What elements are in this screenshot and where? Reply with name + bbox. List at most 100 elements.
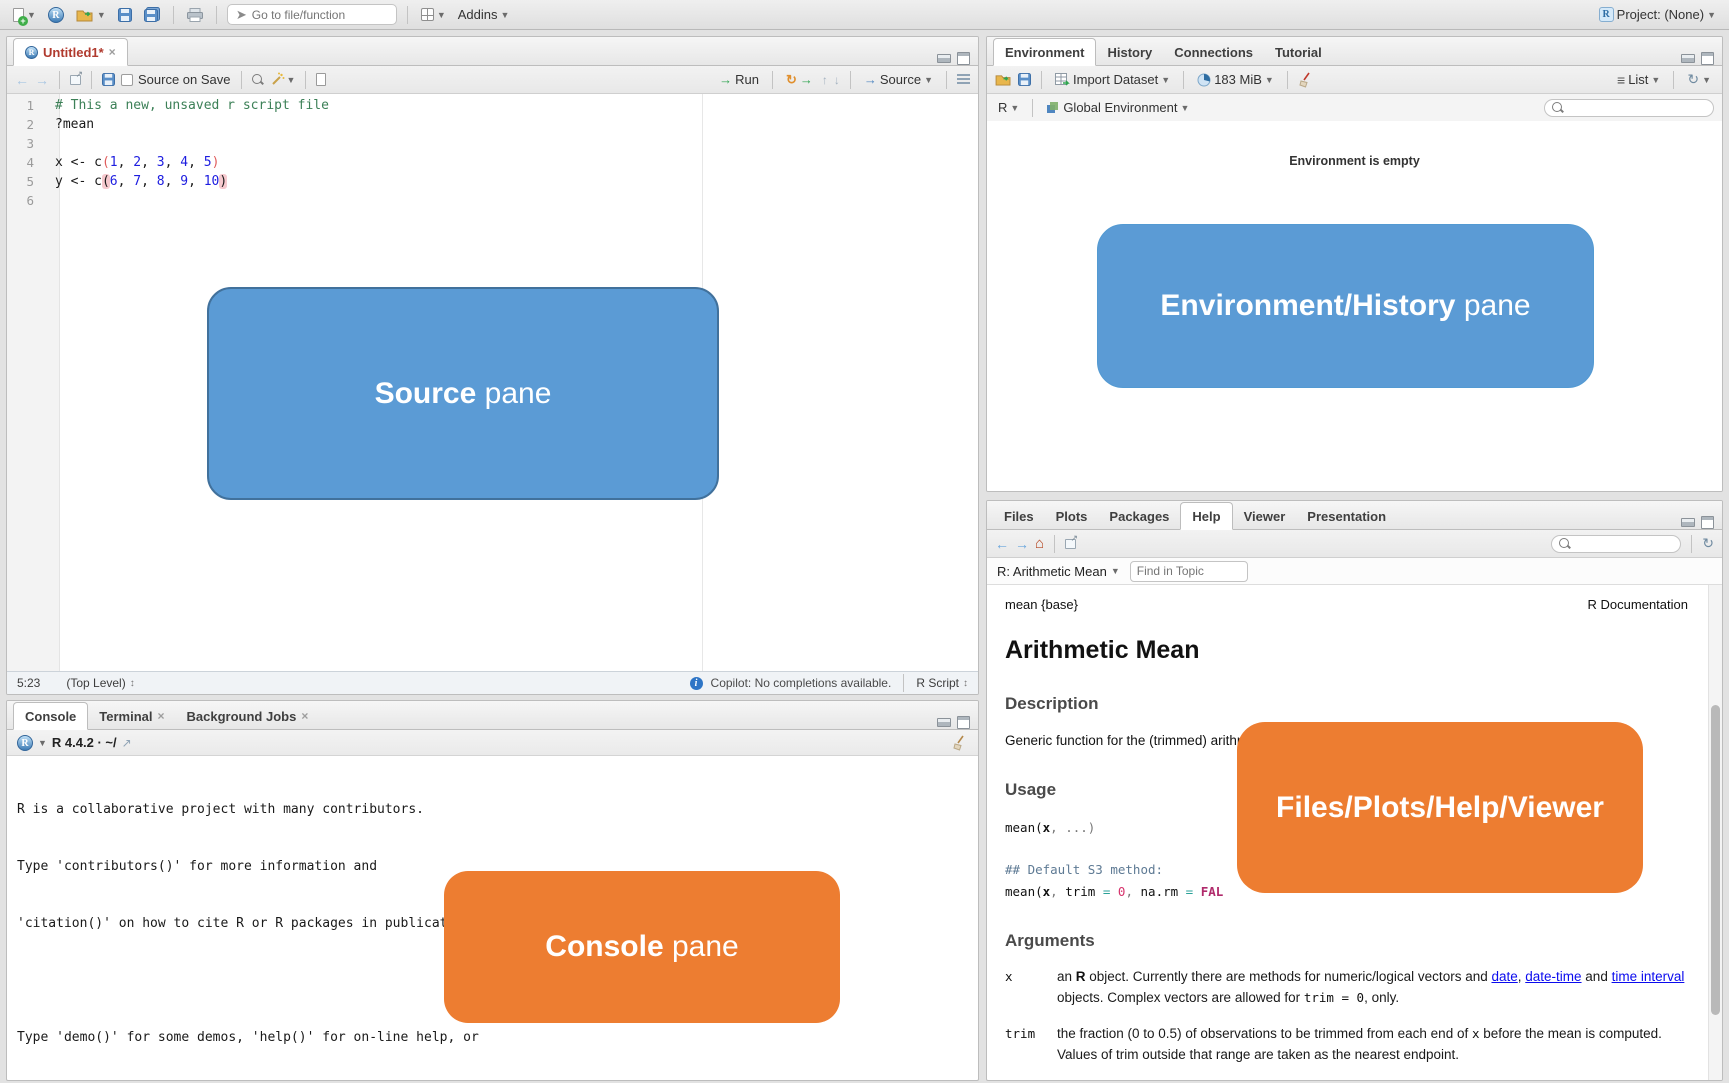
save-all-button[interactable]	[141, 5, 163, 24]
memory-usage-button[interactable]: 183 MiB ▼	[1194, 70, 1277, 89]
open-file-button[interactable]: ▼	[73, 6, 109, 24]
new-file-icon	[13, 8, 24, 22]
rstudio-window: ▼ R ▼ ➤ ▼ Addins▼ RProject: (None)▼ R Un…	[0, 0, 1729, 1083]
open-in-new-window-icon[interactable]	[70, 75, 81, 85]
new-file-button[interactable]: ▼	[10, 6, 39, 24]
tab-help[interactable]: Help	[1180, 502, 1232, 530]
new-project-button[interactable]: R	[45, 5, 67, 25]
callout-console-pane: Console pane	[444, 871, 840, 1023]
editor-line: 1# This a new, unsaved r script file	[7, 96, 978, 115]
pane-layout-button[interactable]: ▼	[418, 6, 449, 23]
description-heading: Description	[1005, 694, 1688, 714]
show-directory-icon[interactable]: ↗	[122, 736, 132, 750]
load-workspace-icon[interactable]	[995, 73, 1012, 86]
import-dataset-button[interactable]: Import Dataset ▼	[1052, 70, 1173, 89]
search-icon	[1552, 102, 1564, 114]
goto-file-box[interactable]: ➤	[227, 4, 397, 25]
maximize-pane-icon[interactable]	[957, 716, 970, 729]
environment-toolbar: Import Dataset ▼ 183 MiB ▼ ≡List▼ ↻▼	[987, 66, 1722, 94]
help-back-icon[interactable]: ←	[995, 537, 1009, 551]
clear-environment-icon[interactable]	[1298, 72, 1314, 88]
clear-console-icon[interactable]	[952, 735, 968, 751]
help-topic-id: mean {base}	[1005, 597, 1078, 612]
tab-connections[interactable]: Connections	[1163, 38, 1264, 66]
minimize-pane-icon[interactable]	[937, 54, 951, 63]
tab-files[interactable]: Files	[993, 502, 1045, 530]
run-button[interactable]: →Run	[716, 70, 762, 89]
help-search-input[interactable]	[1563, 537, 1673, 551]
language-mode-selector[interactable]: R Script↕	[916, 676, 968, 690]
print-button[interactable]	[184, 6, 206, 24]
argument-description: the fraction (0 to 0.5) of observations …	[1057, 1023, 1688, 1065]
minimize-pane-icon[interactable]	[937, 718, 951, 727]
minimize-pane-icon[interactable]	[1681, 54, 1695, 63]
source-arrow-icon: →	[864, 72, 877, 87]
tab-background-jobs[interactable]: Background Jobs×	[176, 702, 320, 730]
tab-viewer[interactable]: Viewer	[1233, 502, 1297, 530]
help-home-icon[interactable]: ⌂	[1035, 536, 1044, 551]
source-button[interactable]: →Source▼	[861, 70, 936, 89]
console-toolbar: R ▼ R 4.4.2 · ~/ ↗	[7, 730, 978, 756]
run-next-icon[interactable]: ↓	[834, 73, 840, 87]
tab-console[interactable]: Console	[13, 702, 88, 730]
tab-environment[interactable]: Environment	[993, 38, 1096, 66]
tab-tutorial[interactable]: Tutorial	[1264, 38, 1333, 66]
maximize-pane-icon[interactable]	[957, 52, 970, 65]
run-previous-icon[interactable]: ↑	[822, 73, 828, 87]
minimize-pane-icon[interactable]	[1681, 518, 1695, 527]
maximize-pane-icon[interactable]	[1701, 516, 1714, 529]
chevron-down-icon: ▼	[1707, 10, 1716, 20]
back-icon[interactable]: ←	[15, 73, 29, 87]
environment-search-box[interactable]	[1544, 99, 1714, 117]
find-in-topic-input[interactable]	[1130, 561, 1248, 582]
close-tab-icon[interactable]: ×	[301, 709, 308, 723]
save-workspace-icon[interactable]	[1018, 73, 1031, 86]
maximize-pane-icon[interactable]	[1701, 52, 1714, 65]
r-logo-icon[interactable]: R	[17, 735, 33, 751]
help-topic-selector[interactable]: R: Arithmetic Mean ▼	[997, 564, 1120, 579]
tab-packages[interactable]: Packages	[1098, 502, 1180, 530]
tab-plots[interactable]: Plots	[1045, 502, 1099, 530]
help-scrollbar-thumb[interactable]	[1711, 705, 1720, 1015]
goto-file-input[interactable]	[252, 8, 382, 22]
save-icon[interactable]	[102, 73, 115, 86]
refresh-icon[interactable]: ↻	[1702, 535, 1714, 552]
pane-grid-icon	[421, 8, 434, 21]
forward-icon[interactable]: →	[35, 73, 49, 87]
tab-history[interactable]: History	[1096, 38, 1163, 66]
help-scrollbar[interactable]	[1708, 585, 1722, 1080]
console-tabbar: Console Terminal× Background Jobs×	[7, 701, 978, 730]
help-forward-icon[interactable]: →	[1015, 537, 1029, 551]
toolbar-separator	[216, 6, 217, 24]
rerun-icon: ↻	[786, 72, 797, 88]
chevron-down-icon: ▼	[1651, 75, 1660, 85]
environment-search-input[interactable]	[1568, 101, 1678, 115]
tab-presentation[interactable]: Presentation	[1296, 502, 1397, 530]
project-menu[interactable]: RProject: (None)▼	[1596, 5, 1719, 24]
help-search-box[interactable]	[1551, 535, 1681, 553]
environment-selector[interactable]: Global Environment ▼	[1043, 98, 1192, 117]
code-tools-button[interactable]: ▼	[270, 72, 296, 87]
help-toolbar: ← → ⌂ ↻	[987, 530, 1722, 558]
save-all-icon	[144, 7, 160, 22]
tab-terminal[interactable]: Terminal×	[88, 702, 175, 730]
scope-selector[interactable]: (Top Level)↕	[66, 676, 134, 690]
list-view-button[interactable]: ≡List▼	[1614, 70, 1663, 90]
document-outline-icon[interactable]	[957, 74, 970, 85]
compile-report-icon[interactable]	[316, 73, 326, 86]
language-selector[interactable]: R▼	[995, 98, 1022, 117]
addins-menu[interactable]: Addins▼	[455, 5, 513, 24]
tab-untitled1[interactable]: R Untitled1* ×	[13, 38, 128, 66]
find-replace-icon[interactable]	[252, 74, 264, 86]
rerun-button[interactable]: ↻→	[783, 70, 816, 90]
open-in-new-window-icon[interactable]	[1065, 539, 1076, 549]
copilot-info-icon: i	[690, 677, 703, 690]
save-button[interactable]	[115, 6, 135, 24]
magic-wand-icon	[270, 72, 285, 87]
refresh-button[interactable]: ↻▼	[1684, 69, 1714, 90]
list-view-label: List	[1628, 72, 1648, 87]
close-tab-icon[interactable]: ×	[109, 45, 116, 59]
close-tab-icon[interactable]: ×	[158, 709, 165, 723]
toolbar-separator	[407, 6, 408, 24]
source-on-save-checkbox[interactable]	[121, 74, 133, 86]
